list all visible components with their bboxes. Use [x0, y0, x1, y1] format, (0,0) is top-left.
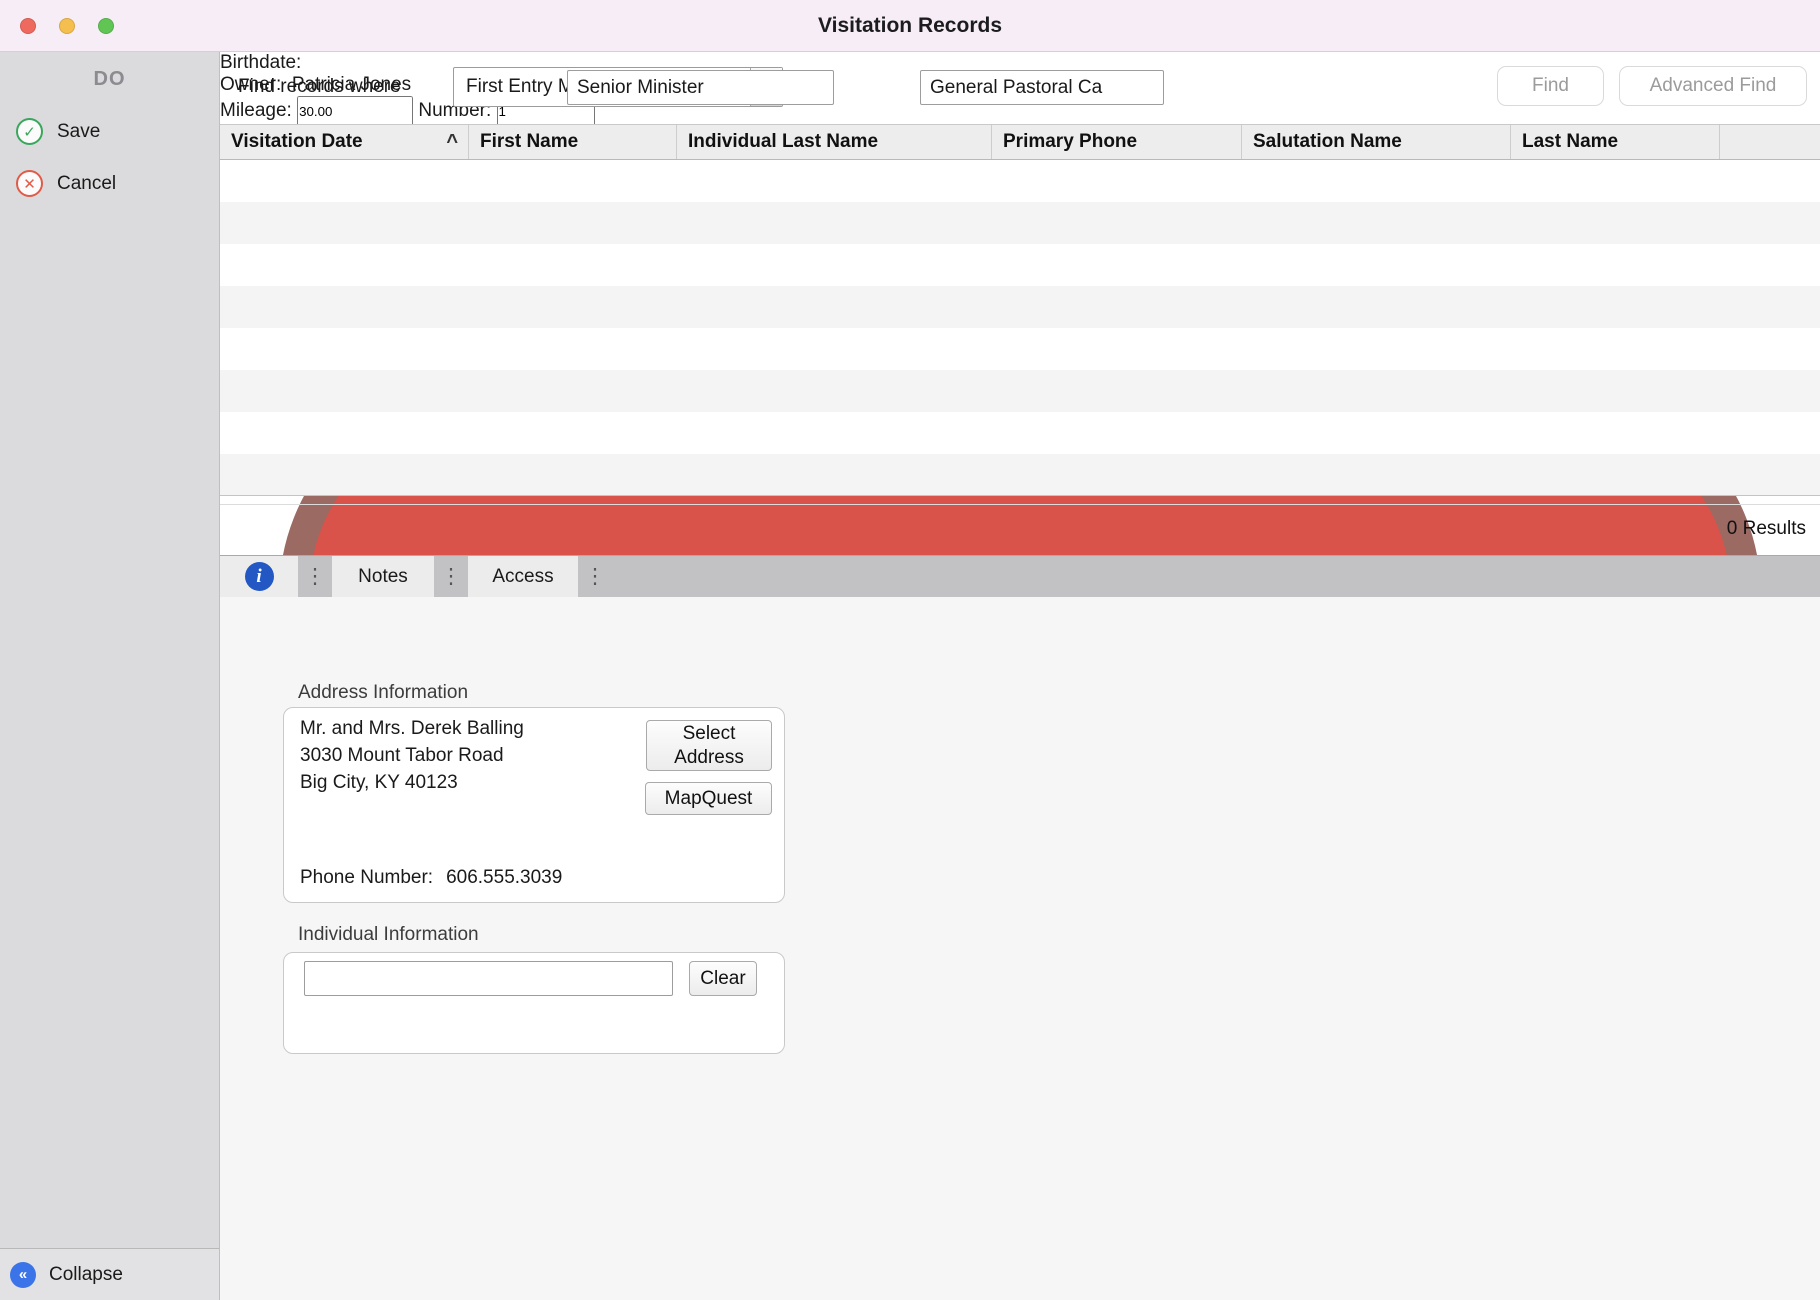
collapse-label: Collapse: [49, 1264, 123, 1286]
type-dropdown[interactable]: General Pastoral Ca: [920, 70, 1164, 105]
close-window-icon[interactable]: [20, 18, 36, 34]
minimize-window-icon[interactable]: [59, 18, 75, 34]
staff-dropdown-value: Senior Minister: [568, 77, 833, 99]
column-header-primary-phone[interactable]: Primary Phone: [992, 125, 1242, 159]
column-header-salutation-name[interactable]: Salutation Name: [1242, 125, 1511, 159]
select-address-button[interactable]: Select Address: [646, 720, 772, 771]
advanced-find-button[interactable]: Advanced Find: [1619, 66, 1807, 106]
cancel-x-icon: ✕: [16, 170, 43, 197]
results-count: 0 Results: [1727, 518, 1806, 540]
cancel-button[interactable]: ✕ Cancel: [16, 170, 116, 197]
collapse-chevrons-icon: «: [10, 1262, 36, 1288]
column-header-individual-last-name[interactable]: Individual Last Name: [677, 125, 992, 159]
save-label: Save: [57, 121, 100, 143]
zoom-window-icon[interactable]: [98, 18, 114, 34]
type-dropdown-value: General Pastoral Ca: [921, 77, 1163, 99]
mapquest-button[interactable]: MapQuest: [645, 782, 772, 815]
save-check-icon: ✓: [16, 118, 43, 145]
individual-dropdown[interactable]: [304, 961, 673, 996]
info-icon: i: [245, 562, 274, 591]
phone-number-label: Phone Number:: [300, 867, 433, 889]
phone-number-value: 606.555.3039: [446, 867, 562, 889]
column-header-empty: [1720, 125, 1820, 159]
save-button[interactable]: ✓ Save: [16, 118, 100, 145]
window-controls: [20, 0, 114, 52]
individual-information-label: Individual Information: [298, 924, 479, 946]
column-header-visitation-date[interactable]: Visitation Date ^: [220, 125, 469, 159]
collapse-button[interactable]: « Collapse: [0, 1248, 219, 1300]
tab-notes[interactable]: Notes: [332, 556, 434, 597]
column-header-first-name[interactable]: First Name: [469, 125, 677, 159]
find-button[interactable]: Find: [1497, 66, 1604, 106]
main-content: Find records where First Entry Made Find…: [220, 52, 1820, 1300]
cancel-label: Cancel: [57, 173, 116, 195]
address-line-1: Mr. and Mrs. Derek Balling: [300, 715, 524, 742]
sort-ascending-icon[interactable]: ^: [446, 137, 458, 147]
list-divider: [220, 504, 1820, 505]
column-header-last-name[interactable]: Last Name: [1511, 125, 1720, 159]
mileage-label: Mileage:: [220, 100, 292, 121]
address-line-2: 3030 Mount Tabor Road: [300, 742, 524, 769]
tab-options-dots-icon[interactable]: ⋮: [434, 556, 468, 597]
visitation-records-window: Visitation Records DO ✓ Save ✕ Cancel « …: [0, 0, 1820, 1300]
tab-options-dots-icon[interactable]: ⋮: [578, 556, 612, 597]
sidebar-header: DO: [0, 68, 219, 91]
address-information-label: Address Information: [298, 682, 468, 704]
phone-line: Phone Number: 606.555.3039: [300, 867, 562, 889]
tab-info[interactable]: i: [220, 556, 298, 597]
title-bar: Visitation Records: [0, 0, 1820, 52]
sidebar: DO ✓ Save ✕ Cancel « Collapse: [0, 52, 220, 1300]
address-lines: Mr. and Mrs. Derek Balling 3030 Mount Ta…: [300, 715, 524, 796]
window-title: Visitation Records: [818, 14, 1002, 38]
find-records-where-label: Find records where: [238, 76, 401, 98]
clear-button[interactable]: Clear: [689, 961, 757, 996]
staff-dropdown[interactable]: Senior Minister: [567, 70, 834, 105]
results-list-empty: [220, 160, 1820, 496]
results-table-header: Visitation Date ^ First Name Individual …: [220, 124, 1820, 160]
mileage-input[interactable]: [297, 96, 413, 127]
tab-access[interactable]: Access: [468, 556, 578, 597]
tab-bar: i ⋮ Notes ⋮ Access ⋮: [220, 555, 1820, 597]
address-line-3: Big City, KY 40123: [300, 769, 524, 796]
tab-options-dots-icon[interactable]: ⋮: [298, 556, 332, 597]
